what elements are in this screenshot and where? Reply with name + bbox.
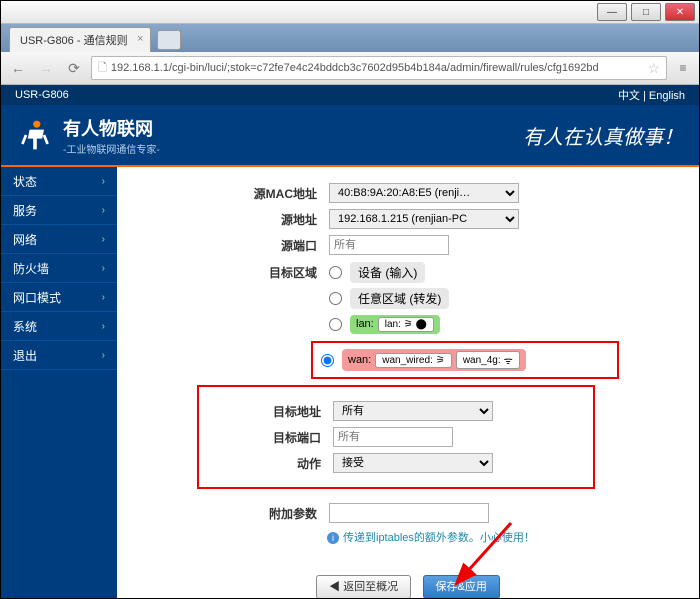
zone-wan-option[interactable]: wan: wan_wired: ⚞ wan_4g: ᯤ xyxy=(315,349,615,371)
dest-zone-label: 目标区域 xyxy=(137,261,329,281)
brand: 有人物联网 -工业物联网通信专家- xyxy=(17,115,160,156)
zone-device-radio[interactable] xyxy=(329,266,342,279)
highlight-dest-block: 目标地址 所有 目标端口 动作 接受 xyxy=(197,385,595,489)
browser-tab[interactable]: USR-G806 - 通信规则 × xyxy=(9,27,151,52)
dest-port-label: 目标端口 xyxy=(201,429,333,446)
chevron-right-icon: › xyxy=(102,234,105,245)
brand-subtitle: -工业物联网通信专家- xyxy=(63,141,160,156)
browser-menu-button[interactable]: ≡ xyxy=(673,58,693,78)
content: 源MAC地址 40:B8:9A:20:A8:E5 (renji… 源地址 192… xyxy=(117,167,699,598)
brand-title: 有人物联网 xyxy=(63,115,160,141)
zone-any-radio[interactable] xyxy=(329,292,342,305)
page-topbar: USR-G806 中文 | English xyxy=(1,85,699,105)
src-port-label: 源端口 xyxy=(137,237,329,254)
new-tab-button[interactable] xyxy=(157,30,181,50)
iface-wan-4g: wan_4g: ᯤ xyxy=(456,351,520,369)
src-mac-select[interactable]: 40:B8:9A:20:A8:E5 (renji… xyxy=(329,183,519,203)
sidebar-item-network[interactable]: 网络› xyxy=(1,225,117,254)
lang-switch[interactable]: 中文 | English xyxy=(618,87,685,103)
chevron-right-icon: › xyxy=(102,350,105,361)
extra-input[interactable] xyxy=(329,503,489,523)
tab-strip: USR-G806 - 通信规则 × xyxy=(1,24,699,52)
zone-device-option[interactable]: 设备 (输入) xyxy=(329,261,449,283)
info-icon: i xyxy=(327,532,339,544)
product-name: USR-G806 xyxy=(15,89,69,101)
src-addr-label: 源地址 xyxy=(137,211,329,228)
extra-hint: i传递到iptables的额外参数。小心使用！ xyxy=(327,529,679,545)
zone-wan-tag: wan: wan_wired: ⚞ wan_4g: ᯤ xyxy=(342,349,526,371)
action-label: 动作 xyxy=(201,455,333,472)
page-icon: 🗋 xyxy=(98,59,107,78)
sidebar-item-system[interactable]: 系统› xyxy=(1,312,117,341)
zone-any-option[interactable]: 任意区域 (转发) xyxy=(329,287,449,309)
page-header: 有人物联网 -工业物联网通信专家- 有人在认真做事！ xyxy=(1,105,699,167)
forward-button[interactable]: → xyxy=(35,57,57,79)
window-maximize-button[interactable]: □ xyxy=(631,3,661,21)
dest-port-input[interactable] xyxy=(333,427,453,447)
dest-addr-label: 目标地址 xyxy=(201,403,333,420)
window-titlebar: — □ ✕ xyxy=(1,1,699,24)
window-minimize-button[interactable]: — xyxy=(597,3,627,21)
back-button[interactable]: ← xyxy=(7,57,29,79)
zone-wan-radio[interactable] xyxy=(321,354,334,367)
sidebar-item-portmode[interactable]: 网口模式› xyxy=(1,283,117,312)
bookmark-icon[interactable]: ☆ xyxy=(647,60,660,77)
sidebar-item-services[interactable]: 服务› xyxy=(1,196,117,225)
iface-wan-wired: wan_wired: ⚞ xyxy=(375,353,452,368)
chevron-right-icon: › xyxy=(102,263,105,274)
sidebar-item-status[interactable]: 状态› xyxy=(1,167,117,196)
chevron-right-icon: › xyxy=(102,176,105,187)
address-url: 192.168.1.1/cgi-bin/luci/;stok=c72fe7e4c… xyxy=(111,62,599,74)
zone-lan-radio[interactable] xyxy=(329,318,342,331)
sidebar-item-logout[interactable]: 退出› xyxy=(1,341,117,370)
logo-icon xyxy=(17,117,53,153)
dest-addr-select[interactable]: 所有 xyxy=(333,401,493,421)
window-close-button[interactable]: ✕ xyxy=(665,3,695,21)
src-mac-label: 源MAC地址 xyxy=(137,185,329,202)
iface-lan: lan: ⚞ ⬤ xyxy=(378,317,434,332)
back-button[interactable]: ◀ 返回至概况 xyxy=(316,575,411,598)
highlight-zone-wan: wan: wan_wired: ⚞ wan_4g: ᯤ xyxy=(311,341,619,379)
browser-navbar: ← → ⟳ 🗋 192.168.1.1/cgi-bin/luci/;stok=c… xyxy=(1,52,699,85)
page-body: USR-G806 中文 | English 有人物联网 -工业物联网通信专家- … xyxy=(1,85,699,598)
save-apply-button[interactable]: 保存&应用 xyxy=(423,575,500,598)
sidebar: 状态› 服务› 网络› 防火墙› 网口模式› 系统› 退出› xyxy=(1,167,117,598)
close-tab-icon[interactable]: × xyxy=(137,33,143,45)
chevron-right-icon: › xyxy=(102,321,105,332)
reload-button[interactable]: ⟳ xyxy=(63,57,85,79)
brand-slogan: 有人在认真做事！ xyxy=(523,121,683,150)
extra-label: 附加参数 xyxy=(137,505,329,522)
zone-lan-tag: lan: lan: ⚞ ⬤ xyxy=(350,315,440,334)
action-select[interactable]: 接受 xyxy=(333,453,493,473)
zone-lan-option[interactable]: lan: lan: ⚞ ⬤ xyxy=(329,313,449,335)
src-port-input[interactable] xyxy=(329,235,449,255)
src-addr-select[interactable]: 192.168.1.215 (renjian-PC xyxy=(329,209,519,229)
chevron-right-icon: › xyxy=(102,292,105,303)
address-bar[interactable]: 🗋 192.168.1.1/cgi-bin/luci/;stok=c72fe7e… xyxy=(91,56,667,80)
chevron-right-icon: › xyxy=(102,205,105,216)
sidebar-item-firewall[interactable]: 防火墙› xyxy=(1,254,117,283)
tab-title: USR-G806 - 通信规则 xyxy=(20,32,128,48)
